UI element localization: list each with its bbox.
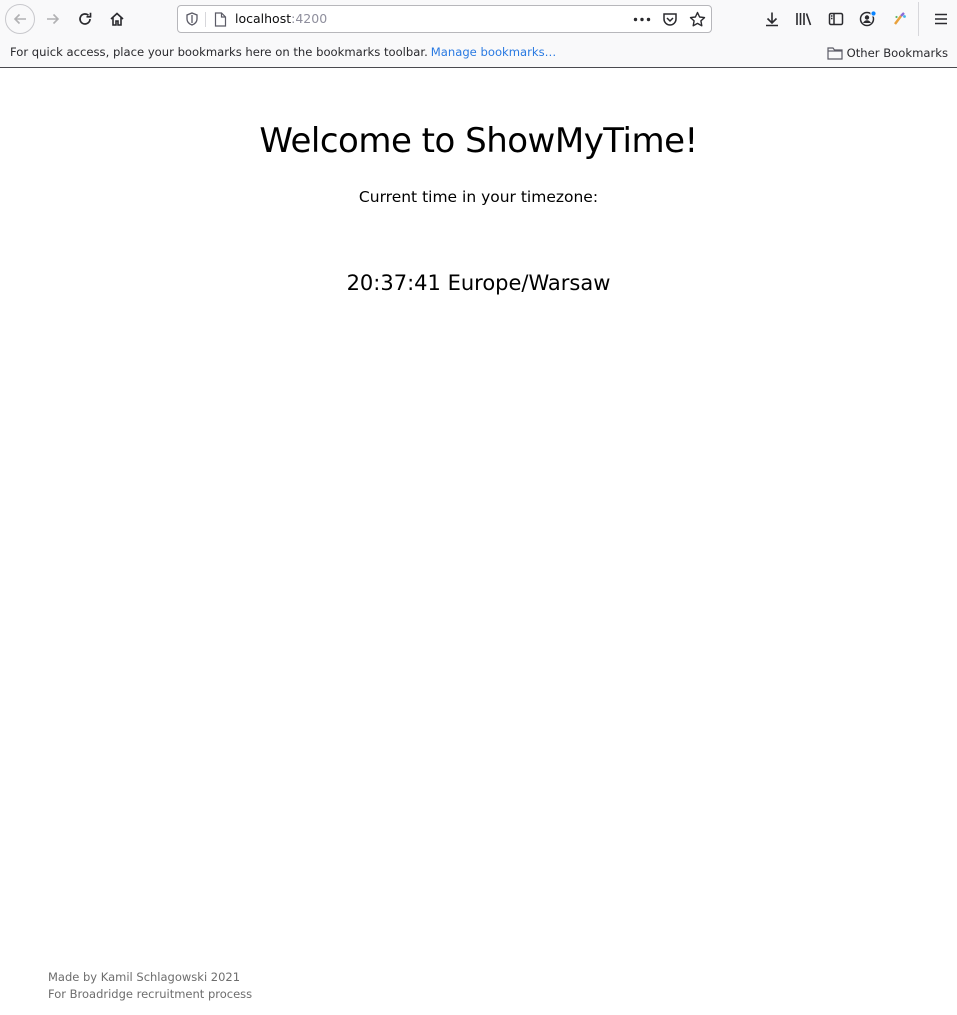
pocket-icon[interactable] bbox=[662, 11, 678, 27]
forward-icon bbox=[47, 13, 60, 25]
footer: Made by Kamil Schlagowski 2021 For Broad… bbox=[48, 969, 252, 1003]
home-icon bbox=[110, 12, 124, 26]
forward-button[interactable] bbox=[39, 5, 67, 33]
folder-icon bbox=[827, 46, 843, 60]
bookmarks-toolbar: For quick access, place your bookmarks h… bbox=[0, 38, 957, 68]
footer-author: Made by Kamil Schlagowski 2021 bbox=[48, 970, 241, 984]
star-icon[interactable] bbox=[689, 11, 706, 28]
reload-icon bbox=[79, 12, 92, 25]
menu-icon bbox=[935, 13, 947, 25]
page-icon[interactable] bbox=[214, 12, 227, 27]
url-text[interactable]: localhost:4200 bbox=[235, 6, 327, 32]
shield-icon[interactable] bbox=[185, 12, 199, 26]
other-bookmarks-button[interactable]: Other Bookmarks bbox=[827, 38, 948, 67]
url-separator bbox=[205, 12, 206, 27]
bookmarks-empty-message: For quick access, place your bookmarks h… bbox=[10, 38, 556, 67]
downloads-button[interactable] bbox=[758, 5, 786, 33]
sidebar-icon bbox=[828, 12, 844, 26]
more-icon[interactable] bbox=[633, 17, 651, 22]
url-port: :4200 bbox=[291, 11, 328, 26]
other-bookmarks-label: Other Bookmarks bbox=[846, 45, 948, 60]
timezone-name: Europe/Warsaw bbox=[447, 271, 611, 295]
footer-purpose: For Broadridge recruitment process bbox=[48, 987, 253, 1001]
browser-toolbar: localhost:4200 bbox=[0, 0, 957, 38]
menu-button[interactable] bbox=[927, 5, 955, 33]
url-bar[interactable]: localhost:4200 bbox=[177, 5, 712, 33]
extension-button[interactable] bbox=[886, 5, 914, 33]
account-button[interactable] bbox=[854, 5, 882, 33]
toolbar-separator bbox=[918, 2, 919, 36]
current-time: 20:37:41 bbox=[346, 271, 441, 295]
back-icon bbox=[13, 13, 26, 25]
bookmarks-hint-text: For quick access, place your bookmarks h… bbox=[10, 45, 428, 59]
home-button[interactable] bbox=[103, 5, 131, 33]
library-icon bbox=[796, 13, 812, 26]
url-host: localhost bbox=[235, 11, 292, 26]
current-time-display: 20:37:41 Europe/Warsaw bbox=[0, 267, 957, 299]
back-button[interactable] bbox=[5, 4, 35, 34]
page-content: Welcome to ShowMyTime! Current time in y… bbox=[0, 69, 957, 1015]
manage-bookmarks-link[interactable]: Manage bookmarks… bbox=[431, 45, 557, 59]
timezone-subtitle: Current time in your timezone: bbox=[358, 188, 599, 206]
library-button[interactable] bbox=[790, 5, 818, 33]
sidebar-button[interactable] bbox=[822, 5, 850, 33]
account-icon bbox=[859, 10, 877, 27]
extension-icon bbox=[894, 12, 906, 25]
download-icon bbox=[766, 12, 778, 27]
reload-button[interactable] bbox=[71, 5, 99, 33]
page-title: Welcome to ShowMyTime! bbox=[259, 121, 698, 161]
